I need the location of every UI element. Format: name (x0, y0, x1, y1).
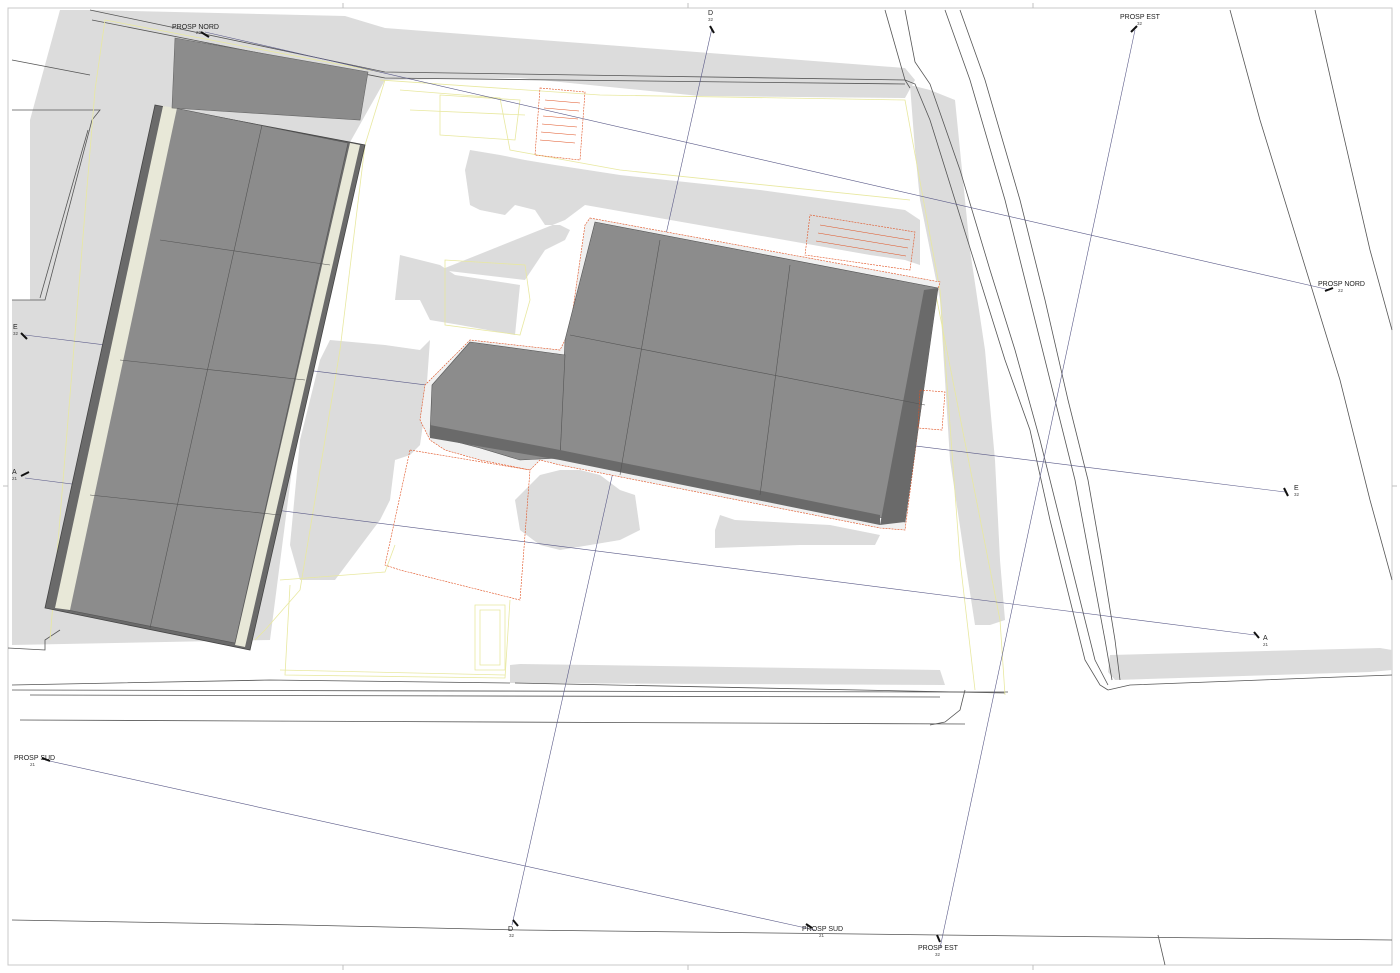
site-plan: PROSP NORD 22 PROSP NORD 22 PROSP EST 32… (3, 3, 1397, 970)
section-mark-label: PROSP SUD (802, 926, 843, 933)
section-mark-sub: 22 (1338, 288, 1344, 293)
section-mark-sub: 32 (935, 952, 941, 957)
section-mark-label: D (708, 10, 713, 17)
section-mark-sub: 32 (1294, 492, 1300, 497)
section-mark-sub: 21 (12, 476, 18, 481)
section-mark-sub: 32 (509, 933, 515, 938)
section-mark-label: E (1294, 485, 1299, 492)
section-mark-label: A (1263, 635, 1268, 642)
section-mark-label: D (508, 926, 513, 933)
section-mark-sub: 21 (1263, 642, 1269, 647)
section-mark-label: E (13, 324, 18, 331)
section-mark-label: PROSP EST (918, 945, 959, 952)
section-mark-sub: 21 (30, 762, 36, 767)
section-mark-label: PROSP NORD (1318, 281, 1365, 288)
section-mark-label: A (12, 469, 17, 476)
section-mark-sub: 21 (819, 933, 825, 938)
section-mark-sub: 32 (1137, 21, 1143, 26)
section-mark-sub: 22 (196, 30, 202, 35)
section-mark-sub: 32 (13, 331, 19, 336)
section-mark-label: PROSP EST (1120, 14, 1161, 21)
section-mark-sub: 32 (708, 17, 714, 22)
